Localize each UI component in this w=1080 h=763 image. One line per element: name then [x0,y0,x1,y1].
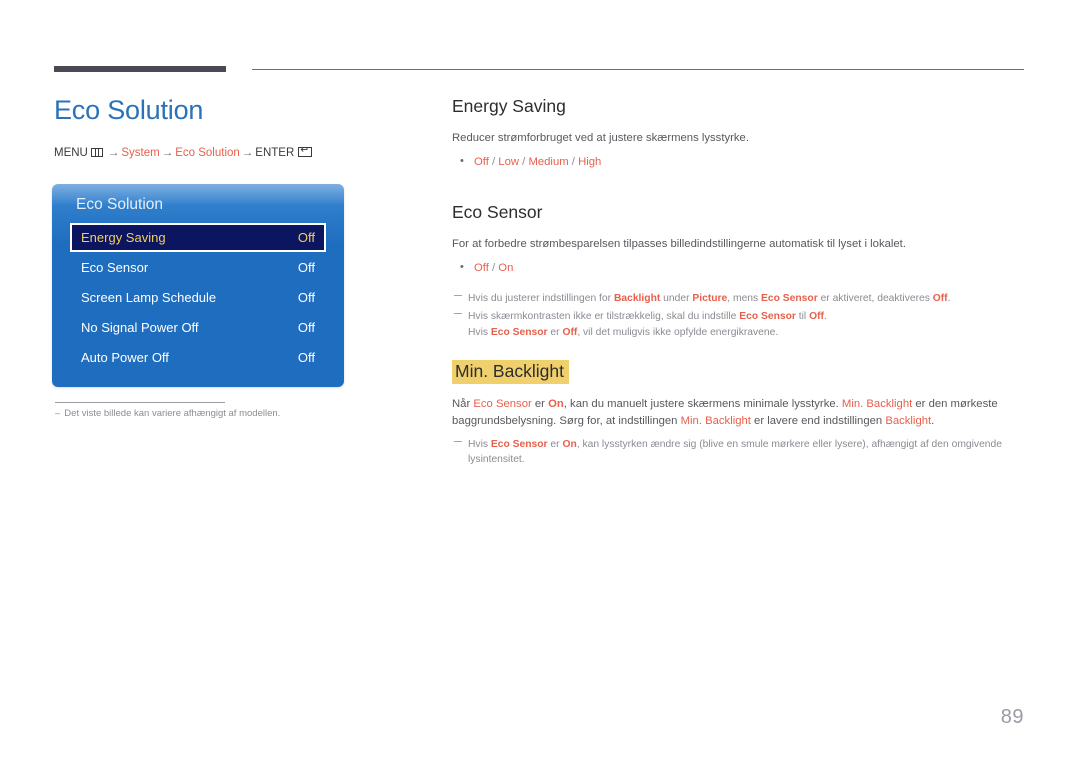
osd-menu-list: Energy Saving Off Eco Sensor Off Screen … [52,223,344,372]
min-backlight-description: Når Eco Sensor er On, kan du manuelt jus… [452,396,1028,430]
note-text: Hvis du justerer indstillingen for [468,292,614,304]
min-backlight-note: Hvis Eco Sensor er On, kan lysstyrken æn… [452,437,1028,468]
breadcrumb-arrow-3: → [241,147,254,160]
breadcrumb-menu-label: MENU [54,147,88,160]
menu-grid-icon [90,148,103,158]
eco-sensor-options: Off / On [452,259,1028,277]
note-term-picture: Picture [692,292,728,304]
note-text: . [823,311,827,323]
note-text: Hvis skærmkontrasten ikke er tilstrækkel… [468,311,740,323]
option-off: Off [474,155,489,168]
option-off: Off [474,261,489,274]
osd-row-value: Off [297,350,315,366]
osd-row-label: Screen Lamp Schedule [81,290,217,306]
left-footnote-text: Det viste billede kan variere afhængigt … [64,408,281,419]
note-term-off: Off [932,292,948,304]
note-text: Hvis [468,438,491,450]
note-term-backlight: Backlight [613,292,661,304]
option-separator: / [571,155,575,168]
osd-row-value: Off [297,290,315,306]
osd-row-auto-power-off[interactable]: Auto Power Off Off [70,343,326,372]
left-footnote: – Det viste billede kan variere afhængigt… [55,407,385,421]
para-term-min-backlight: Min. Backlight [841,397,913,410]
note-term-eco-sensor: Eco Sensor [490,438,548,450]
enter-return-icon [298,147,313,158]
breadcrumb-step-system[interactable]: System [121,147,159,160]
para-term-eco-sensor: Eco Sensor [473,397,532,410]
breadcrumb-arrow-1: → [107,147,120,160]
option-separator: / [522,155,526,168]
note-text: er aktiveret, deaktiveres [817,292,933,304]
para-text: er [531,397,549,410]
osd-row-value: Off [297,230,315,246]
note-text: til [795,311,810,323]
osd-row-screen-lamp-schedule[interactable]: Screen Lamp Schedule Off [70,283,326,312]
left-footnote-divider [55,402,225,403]
para-text: Når [452,397,474,410]
para-text: er lavere end indstillingen [750,414,886,427]
option-separator: / [492,261,496,274]
note-text: er [547,438,563,450]
section-heading-min-backlight: Min. Backlight [452,359,569,384]
breadcrumb-enter-label: ENTER [255,147,295,160]
osd-row-value: Off [297,260,315,276]
note-text: , vil det muligvis ikke opfylde energikr… [577,327,779,339]
eco-sensor-note-1: Hvis du justerer indstillingen for Backl… [452,291,1028,307]
option-separator: / [492,155,496,168]
page-number: 89 [1000,706,1024,728]
breadcrumb-step-eco-solution[interactable]: Eco Solution [175,147,240,160]
header-rules [0,0,1080,80]
para-term-on: On [548,397,564,410]
page-title: Eco Solution [54,95,204,125]
note-text: . [947,292,951,304]
left-column: Eco Solution MENU → System → Eco Solution → EN… [54,94,404,160]
note-term-on: On [562,438,577,450]
para-term-backlight: Backlight [885,414,932,427]
note-text: Hvis [468,327,491,339]
para-text: , kan du manuelt justere skærmens minima… [563,397,842,410]
eco-sensor-note-2: Hvis skærmkontrasten ikke er tilstrækkel… [452,309,1028,340]
osd-row-value: Off [297,320,315,336]
osd-row-label: Auto Power Off [81,350,169,366]
option-low: Low [498,155,520,168]
osd-panel-title: Eco Solution [76,196,164,213]
osd-row-no-signal-power-off[interactable]: No Signal Power Off Off [70,313,326,342]
note-term-eco-sensor: Eco Sensor [739,311,796,323]
right-column: Energy Saving Reducer strømforbruget ved… [452,96,1028,471]
note-term-eco-sensor: Eco Sensor [490,327,548,339]
osd-row-label: Eco Sensor [81,260,149,276]
option-on: On [498,261,514,274]
option-high: High [578,155,602,168]
note-term-off: Off [809,311,824,323]
osd-menu-panel: Eco Solution Energy Saving Off Eco Senso… [52,184,344,388]
section-heading-energy-saving: Energy Saving [452,96,566,116]
note-text: er [547,327,563,339]
osd-row-energy-saving[interactable]: Energy Saving Off [70,223,326,253]
header-rule-thick [54,66,226,72]
note-term-off: Off [562,327,578,339]
breadcrumb: MENU → System → Eco Solution → ENTER [54,147,404,160]
osd-row-eco-sensor[interactable]: Eco Sensor Off [70,253,326,282]
para-text: . [931,414,935,427]
header-rule-thin [252,69,1024,70]
section-heading-eco-sensor: Eco Sensor [452,201,543,222]
eco-sensor-description: For at forbedre strømbesparelsen tilpass… [452,237,906,250]
osd-row-label: Energy Saving [81,230,166,246]
para-term-min-backlight: Min. Backlight [680,414,751,427]
breadcrumb-arrow-2: → [161,147,174,160]
osd-row-label: No Signal Power Off [81,320,199,336]
note-text: , mens [727,292,762,304]
left-footnote-dash: – [55,408,61,419]
note-text: under [660,292,693,304]
energy-saving-description: Reducer strømforbruget ved at justere sk… [452,132,749,144]
note-term-eco-sensor: Eco Sensor [761,292,818,304]
option-medium: Medium [528,155,569,168]
energy-saving-options: Off / Low / Medium / High [452,153,1028,171]
